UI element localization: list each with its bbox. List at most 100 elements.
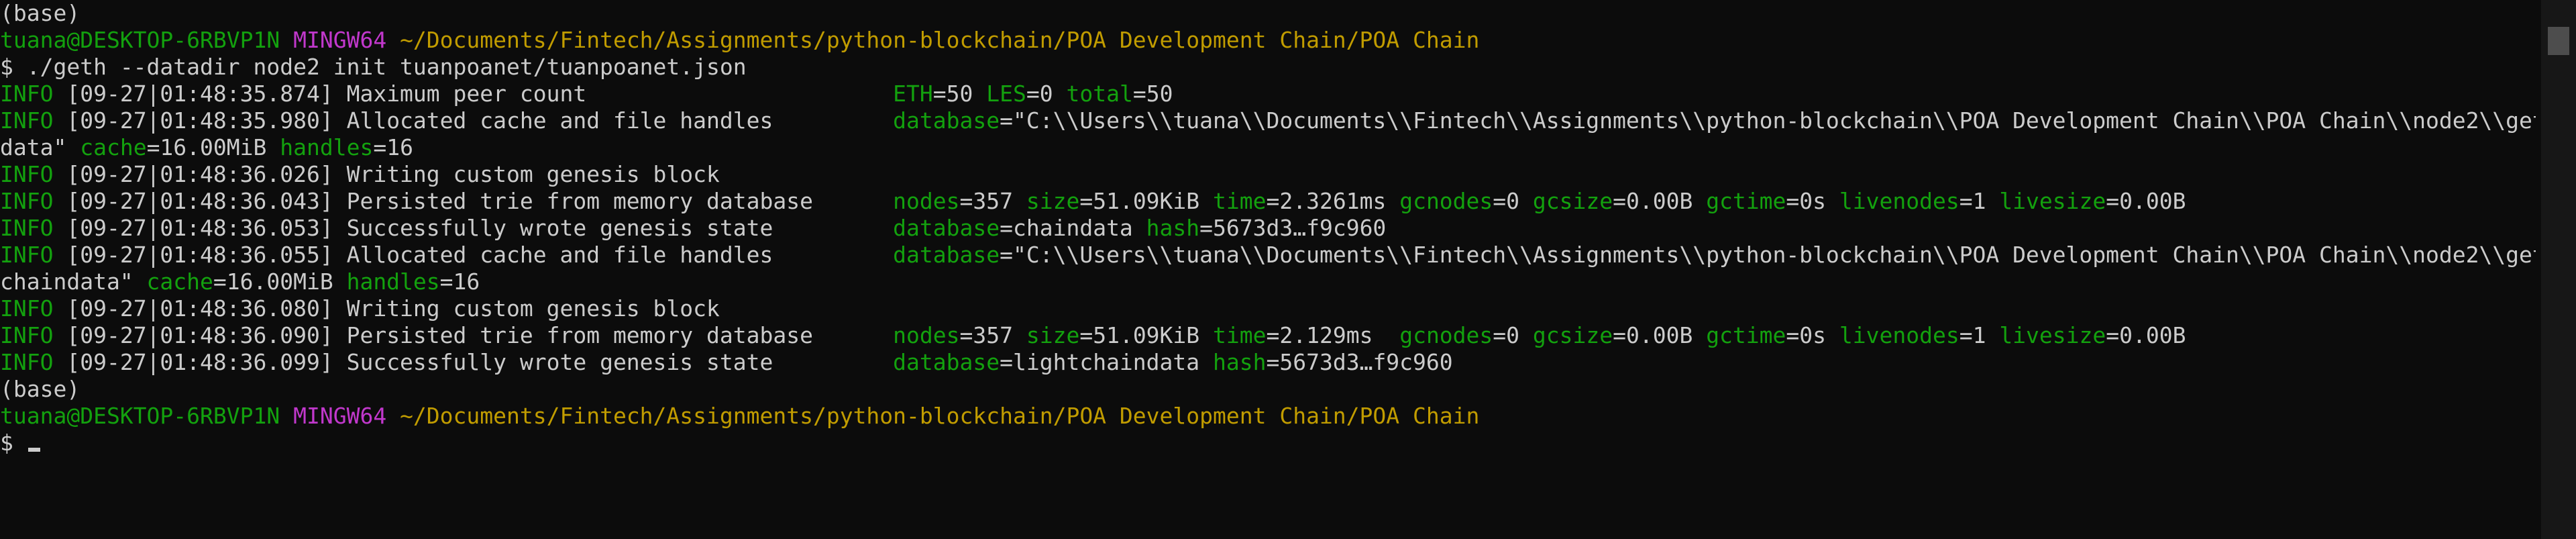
log-value: =16.00MiB bbox=[146, 134, 280, 160]
log-message: Writing custom genesis block bbox=[333, 295, 720, 322]
log-wrapped-text: chaindata" bbox=[0, 268, 147, 295]
log-key: livesize bbox=[1999, 188, 2106, 214]
log-key: database bbox=[893, 242, 1000, 268]
env-line: (base) bbox=[0, 0, 2536, 27]
log-value: =0.00B bbox=[2106, 322, 2186, 348]
scrollbar-thumb[interactable] bbox=[2548, 27, 2569, 55]
log-value: =0.00B bbox=[1613, 322, 1707, 348]
log-key: time bbox=[1213, 188, 1267, 214]
shell-name-2: MINGW64 bbox=[293, 403, 387, 429]
log-timestamp: [09-27|01:48:36.053] bbox=[53, 215, 333, 241]
log-key: hash bbox=[1213, 349, 1267, 375]
log-message: Writing custom genesis block bbox=[333, 161, 720, 187]
log-wrapped-text: data" bbox=[0, 134, 80, 160]
log-timestamp: [09-27|01:48:36.055] bbox=[53, 242, 333, 268]
log-value: ="C:\\Users\\tuana\\Documents\\Fintech\\… bbox=[1000, 107, 2536, 134]
log-key: gcnodes bbox=[1399, 322, 1493, 348]
log-key: handles bbox=[346, 268, 440, 295]
log-value: =50 bbox=[932, 81, 987, 107]
log-key: database bbox=[893, 349, 1000, 375]
log-value: =16 bbox=[373, 134, 413, 160]
log-message: Allocated cache and file handles bbox=[333, 107, 894, 134]
log-key: gcnodes bbox=[1399, 188, 1493, 214]
log-line: INFO [09-27|01:48:35.874] Maximum peer c… bbox=[0, 81, 2536, 107]
log-value: =0.00B bbox=[2106, 188, 2186, 214]
log-value: =16.00MiB bbox=[213, 268, 347, 295]
log-level: INFO bbox=[0, 242, 54, 268]
prompt-symbol: $ bbox=[0, 54, 13, 80]
log-line: INFO [09-27|01:48:36.053] Successfully w… bbox=[0, 215, 2536, 242]
text-cursor[interactable] bbox=[28, 448, 40, 452]
log-value: =2.129ms bbox=[1266, 322, 1400, 348]
log-key: nodes bbox=[893, 322, 960, 348]
log-key: gcsize bbox=[1532, 188, 1613, 214]
log-line: INFO [09-27|01:48:36.055] Allocated cach… bbox=[0, 242, 2536, 268]
log-key: handles bbox=[280, 134, 374, 160]
log-line: INFO [09-27|01:48:36.026] Writing custom… bbox=[0, 161, 2536, 188]
log-level: INFO bbox=[0, 322, 54, 348]
log-value: ="C:\\Users\\tuana\\Documents\\Fintech\\… bbox=[1000, 242, 2536, 268]
log-level: INFO bbox=[0, 295, 54, 322]
terminal-output: (base) tuana@DESKTOP-6RBVP1N MINGW64 ~/D… bbox=[0, 0, 2536, 539]
log-timestamp: [09-27|01:48:35.874] bbox=[53, 81, 333, 107]
log-value: =0s bbox=[1786, 322, 1839, 348]
log-message: Allocated cache and file handles bbox=[333, 242, 894, 268]
vertical-scrollbar[interactable] bbox=[2541, 0, 2576, 539]
log-level: INFO bbox=[0, 215, 54, 241]
log-key: size bbox=[1026, 322, 1080, 348]
prompt-line: tuana@DESKTOP-6RBVP1N MINGW64 ~/Document… bbox=[0, 27, 2536, 54]
log-value: =51.09KiB bbox=[1079, 188, 1214, 214]
log-line-wrapped: chaindata" cache=16.00MiB handles=16 bbox=[0, 268, 2536, 295]
log-value: =lightchaindata bbox=[1000, 349, 1214, 375]
input-prompt-symbol: $ bbox=[0, 430, 27, 456]
shell-name: MINGW64 bbox=[293, 27, 387, 53]
log-value: =0 bbox=[1493, 322, 1533, 348]
user-host-2: tuana@DESKTOP-6RBVP1N bbox=[0, 403, 280, 429]
log-line: INFO [09-27|01:48:36.090] Persisted trie… bbox=[0, 322, 2536, 349]
env-line-2: (base) bbox=[0, 376, 2536, 403]
log-level: INFO bbox=[0, 107, 54, 134]
log-key: LES bbox=[986, 81, 1026, 107]
log-key: livenodes bbox=[1839, 322, 1960, 348]
log-value: =50 bbox=[1132, 81, 1173, 107]
log-value: =0s bbox=[1786, 188, 1839, 214]
log-key: livesize bbox=[1999, 322, 2106, 348]
log-value: =16 bbox=[439, 268, 480, 295]
log-timestamp: [09-27|01:48:35.980] bbox=[53, 107, 333, 134]
log-timestamp: [09-27|01:48:36.099] bbox=[53, 349, 333, 375]
current-path-2: ~/Documents/Fintech/Assignments/python-b… bbox=[400, 403, 1480, 429]
user-host: tuana@DESKTOP-6RBVP1N bbox=[0, 27, 280, 53]
log-value: =0.00B bbox=[1613, 188, 1707, 214]
terminal-window[interactable]: (base) tuana@DESKTOP-6RBVP1N MINGW64 ~/D… bbox=[0, 0, 2576, 539]
log-key: gctime bbox=[1706, 322, 1786, 348]
log-level: INFO bbox=[0, 349, 54, 375]
log-key: cache bbox=[80, 134, 147, 160]
log-timestamp: [09-27|01:48:36.026] bbox=[53, 161, 333, 187]
log-key: database bbox=[893, 107, 1000, 134]
log-key: size bbox=[1026, 188, 1080, 214]
log-value: =5673d3…f9c960 bbox=[1266, 349, 1453, 375]
log-value: =5673d3…f9c960 bbox=[1199, 215, 1387, 241]
log-key: total bbox=[1066, 81, 1133, 107]
log-key: gctime bbox=[1706, 188, 1786, 214]
log-level: INFO bbox=[0, 81, 54, 107]
log-line: INFO [09-27|01:48:36.043] Persisted trie… bbox=[0, 188, 2536, 215]
log-message: Successfully wrote genesis state bbox=[333, 215, 894, 241]
log-value: =2.3261ms bbox=[1266, 188, 1400, 214]
log-value: =357 bbox=[959, 188, 1026, 214]
log-key: database bbox=[893, 215, 1000, 241]
log-line: INFO [09-27|01:48:35.980] Allocated cach… bbox=[0, 107, 2536, 134]
log-line: INFO [09-27|01:48:36.080] Writing custom… bbox=[0, 295, 2536, 322]
log-key: cache bbox=[146, 268, 213, 295]
log-message: Persisted trie from memory database bbox=[333, 188, 894, 214]
log-value: =1 bbox=[1959, 322, 2000, 348]
conda-env-label: (base) bbox=[0, 0, 80, 26]
log-message: Persisted trie from memory database bbox=[333, 322, 894, 348]
log-line: INFO [09-27|01:48:36.099] Successfully w… bbox=[0, 349, 2536, 376]
log-timestamp: [09-27|01:48:36.080] bbox=[53, 295, 333, 322]
log-value: =0 bbox=[1493, 188, 1533, 214]
log-level: INFO bbox=[0, 188, 54, 214]
conda-env-label-2: (base) bbox=[0, 376, 80, 402]
log-key: time bbox=[1213, 322, 1267, 348]
input-line[interactable]: $ bbox=[0, 430, 2536, 456]
